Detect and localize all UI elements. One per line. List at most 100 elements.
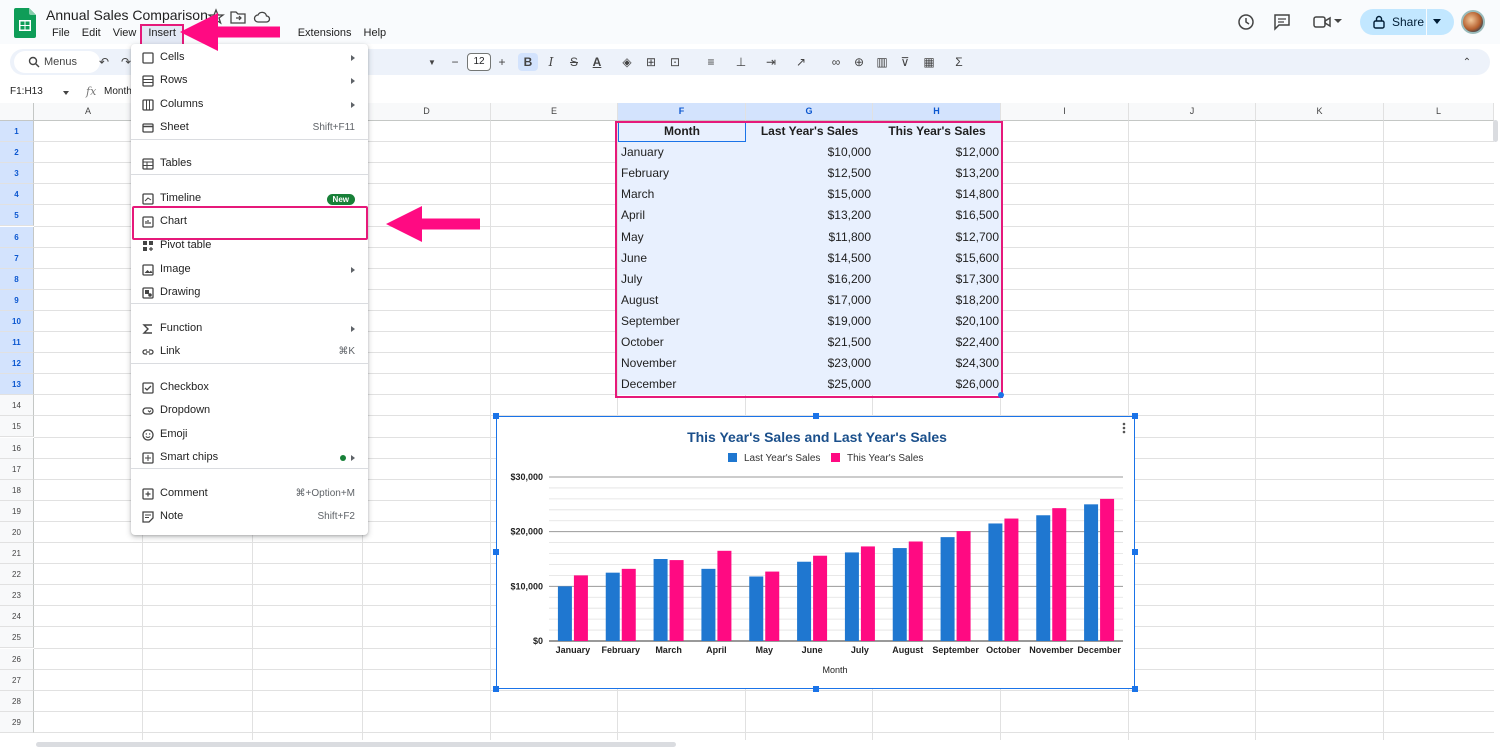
vertical-scrollbar[interactable]: [1493, 120, 1498, 142]
italic-icon[interactable]: I: [542, 53, 560, 71]
text-rotation-icon[interactable]: ↗: [792, 53, 810, 71]
functions-icon[interactable]: Σ: [950, 53, 968, 71]
fill-color-icon[interactable]: ◈: [618, 53, 636, 71]
row-header[interactable]: 16: [0, 437, 34, 459]
chart-resize-handle[interactable]: [813, 413, 819, 419]
menu-item-comment[interactable]: Comment ⌘+Option+M: [131, 483, 368, 505]
meet-call-icon[interactable]: [1312, 12, 1332, 32]
menu-item-note[interactable]: Note Shift+F2: [131, 506, 368, 528]
insert-comment-icon[interactable]: ⊕: [850, 53, 868, 71]
chart-resize-handle[interactable]: [1132, 549, 1138, 555]
column-header[interactable]: I: [1001, 103, 1129, 121]
row-header[interactable]: 9: [0, 289, 34, 311]
row-header[interactable]: 10: [0, 310, 34, 332]
row-header[interactable]: 2: [0, 142, 34, 164]
horizontal-scrollbar[interactable]: [36, 742, 676, 747]
row-header[interactable]: 22: [0, 564, 34, 586]
name-box[interactable]: F1:H13: [10, 86, 43, 97]
undo-icon[interactable]: ↶: [95, 53, 113, 71]
version-history-icon[interactable]: [1236, 12, 1256, 32]
menu-item-image[interactable]: Image: [131, 259, 368, 281]
row-header[interactable]: 18: [0, 479, 34, 501]
column-header[interactable]: F: [618, 103, 746, 121]
row-header[interactable]: 15: [0, 416, 34, 438]
menu-file[interactable]: File: [46, 26, 76, 44]
filter-icon[interactable]: ⊽: [896, 53, 914, 71]
name-box-dropdown-icon[interactable]: [63, 91, 69, 95]
row-header[interactable]: 6: [0, 226, 34, 248]
chart-resize-handle[interactable]: [1132, 413, 1138, 419]
align-icon[interactable]: ≡: [702, 53, 720, 71]
menu-item-dropdown[interactable]: Dropdown: [131, 400, 368, 422]
row-header[interactable]: 5: [0, 205, 34, 227]
share-dropdown-icon[interactable]: [1433, 19, 1441, 24]
embedded-chart[interactable]: This Year's Sales and Last Year's Sales L…: [496, 416, 1135, 689]
chart-resize-handle[interactable]: [493, 413, 499, 419]
menu-item-emoji[interactable]: Emoji: [131, 424, 368, 446]
comments-icon[interactable]: [1272, 12, 1292, 32]
merge-cells-icon[interactable]: ⊡: [666, 53, 684, 71]
row-header[interactable]: 25: [0, 627, 34, 649]
share-button[interactable]: Share: [1360, 9, 1454, 35]
formula-input[interactable]: Month: [104, 86, 132, 97]
decrease-font-size-icon[interactable]: −: [446, 53, 464, 71]
row-header[interactable]: 14: [0, 395, 34, 417]
chart-resize-handle[interactable]: [813, 686, 819, 692]
row-header[interactable]: 19: [0, 500, 34, 522]
filter-views-icon[interactable]: ▦: [920, 53, 938, 71]
column-header[interactable]: J: [1129, 103, 1256, 121]
row-header[interactable]: 21: [0, 543, 34, 565]
row-header[interactable]: 23: [0, 585, 34, 607]
text-color-icon[interactable]: A: [588, 53, 606, 71]
row-header[interactable]: 28: [0, 690, 34, 712]
row-header[interactable]: 11: [0, 332, 34, 354]
row-header[interactable]: 12: [0, 353, 34, 375]
vertical-align-icon[interactable]: ⊥: [732, 53, 750, 71]
insert-link-icon[interactable]: ∞: [827, 53, 845, 71]
column-header[interactable]: K: [1256, 103, 1384, 121]
column-header[interactable]: H: [873, 103, 1001, 121]
chart-resize-handle[interactable]: [493, 686, 499, 692]
menu-item-tables[interactable]: Tables: [131, 153, 368, 175]
column-header[interactable]: L: [1384, 103, 1494, 121]
menu-extensions[interactable]: Extensions: [292, 26, 358, 44]
menu-item-link[interactable]: Link ⌘K: [131, 341, 368, 363]
font-dropdown-icon[interactable]: ▼: [423, 53, 441, 71]
menu-edit[interactable]: Edit: [76, 26, 107, 44]
text-wrap-icon[interactable]: ⇥: [762, 53, 780, 71]
borders-icon[interactable]: ⊞: [642, 53, 660, 71]
search-menus[interactable]: Menus: [14, 51, 100, 73]
row-header[interactable]: 20: [0, 521, 34, 543]
row-header[interactable]: 4: [0, 184, 34, 206]
row-header[interactable]: 24: [0, 606, 34, 628]
chart-resize-handle[interactable]: [493, 549, 499, 555]
sheets-logo-icon[interactable]: [14, 8, 36, 38]
row-header[interactable]: 7: [0, 247, 34, 269]
column-header[interactable]: G: [746, 103, 873, 121]
chart-resize-handle[interactable]: [1132, 686, 1138, 692]
menu-item-sheet[interactable]: Sheet Shift+F11: [131, 117, 368, 139]
menu-view[interactable]: View: [107, 26, 143, 44]
row-header[interactable]: 17: [0, 458, 34, 480]
row-header[interactable]: 13: [0, 374, 34, 396]
column-header[interactable]: D: [363, 103, 491, 121]
strikethrough-icon[interactable]: S: [565, 53, 583, 71]
menu-item-smart-chips[interactable]: Smart chips: [131, 447, 368, 469]
collapse-toolbar-icon[interactable]: ⌃: [1458, 53, 1476, 71]
row-header[interactable]: 26: [0, 648, 34, 670]
menu-help[interactable]: Help: [358, 26, 393, 44]
menu-item-drawing[interactable]: Drawing: [131, 282, 368, 304]
menu-item-function[interactable]: Function: [131, 318, 368, 340]
avatar[interactable]: [1461, 10, 1485, 34]
menu-item-columns[interactable]: Columns: [131, 94, 368, 116]
column-header[interactable]: E: [491, 103, 618, 121]
row-header[interactable]: 27: [0, 669, 34, 691]
column-header[interactable]: A: [34, 103, 143, 121]
row-header[interactable]: 1: [0, 121, 34, 143]
menu-item-checkbox[interactable]: Checkbox: [131, 377, 368, 399]
row-header[interactable]: 3: [0, 163, 34, 185]
select-all-corner[interactable]: [0, 103, 34, 121]
fill-handle[interactable]: [998, 392, 1004, 398]
meet-dropdown-icon[interactable]: [1334, 17, 1342, 25]
bold-icon[interactable]: B: [518, 53, 538, 71]
